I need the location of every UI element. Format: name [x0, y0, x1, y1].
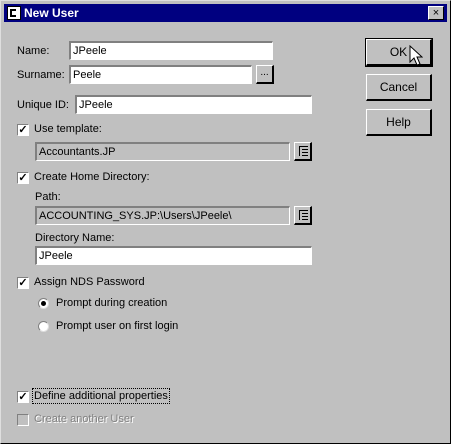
use-template-checkbox[interactable]: ✓	[17, 124, 29, 136]
create-another-user-label: Create another User	[34, 413, 134, 425]
tree-browse-icon	[299, 146, 308, 157]
create-another-user-checkbox[interactable]	[17, 414, 29, 426]
close-button[interactable]: ×	[428, 6, 444, 20]
create-home-dir-label: Create Home Directory:	[34, 171, 150, 183]
assign-nds-password-checkbox[interactable]: ✓	[17, 277, 29, 289]
surname-label: Surname:	[17, 69, 65, 81]
assign-nds-password-label: Assign NDS Password	[34, 276, 145, 288]
window-title: New User	[24, 6, 79, 20]
mouse-pointer-icon	[409, 45, 423, 66]
use-template-label: Use template:	[34, 123, 102, 135]
name-label: Name:	[17, 45, 50, 57]
directory-name-input[interactable]: JPeele	[35, 246, 312, 265]
path-label: Path:	[35, 191, 61, 203]
path-input[interactable]: ACCOUNTING_SYS.JP:\Users\JPeele\	[35, 206, 290, 225]
unique-id-input[interactable]: JPeele	[75, 95, 312, 114]
unique-id-label: Unique ID:	[17, 99, 69, 111]
tree-browse-icon	[299, 210, 308, 221]
directory-name-label: Directory Name:	[35, 232, 115, 244]
cancel-button[interactable]: Cancel	[366, 74, 432, 101]
template-browse-button[interactable]	[294, 142, 312, 161]
prompt-during-creation-label: Prompt during creation	[56, 297, 168, 309]
define-properties-checkbox[interactable]: ✓	[17, 391, 29, 403]
title-bar[interactable]: New User ×	[4, 4, 447, 22]
prompt-first-login-radio[interactable]	[38, 321, 49, 332]
prompt-during-creation-radio[interactable]	[38, 298, 49, 309]
prompt-first-login-label: Prompt user on first login	[56, 320, 179, 332]
create-home-dir-checkbox[interactable]: ✓	[17, 172, 29, 184]
path-browse-button[interactable]	[294, 206, 312, 225]
help-button[interactable]: Help	[366, 109, 432, 136]
surname-browse-button[interactable]: ...	[256, 65, 274, 84]
surname-input[interactable]: Peele	[69, 65, 252, 84]
define-properties-label: Define additional properties	[32, 388, 170, 404]
name-input[interactable]: JPeele	[69, 41, 273, 60]
new-user-dialog: New User × Name: JPeele Surname: Peele .…	[0, 0, 451, 444]
app-icon	[7, 6, 21, 20]
template-input[interactable]: Accountants.JP	[35, 142, 290, 161]
